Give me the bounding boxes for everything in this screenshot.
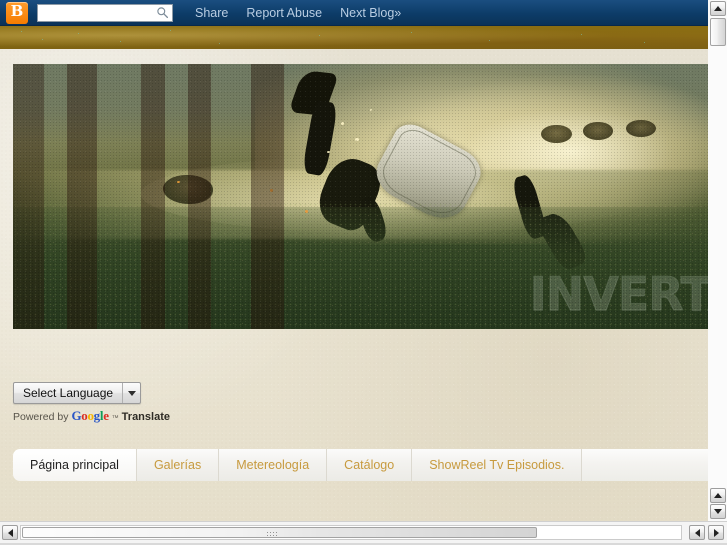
language-select-label: Select Language [23,386,114,400]
chevron-down-icon[interactable] [122,383,140,403]
search-input[interactable] [37,4,173,22]
triangle-up-icon [714,6,722,11]
tab-metereologia[interactable]: Metereología [219,449,328,481]
primary-nav-tabs: Página principal Galerías Metereología C… [13,449,708,481]
triangle-left-icon [7,528,13,537]
scrollbar-grip-icon [266,531,279,538]
banner-rock-right-2 [583,122,614,140]
horizontal-scrollbar-thumb[interactable] [22,527,537,538]
page-body: INVERTA Select Language Powered by Googl… [0,49,708,521]
google-translate-widget: Select Language Powered by Google ™ Trans… [13,382,170,424]
navbar-link-next-blog[interactable]: Next Blog» [340,0,401,25]
scroll-left-button[interactable] [2,525,18,540]
tab-showreel-tv-episodios[interactable]: ShowReel Tv Episodios. [412,449,583,481]
triangle-down-icon [714,509,722,514]
banner-watermark-text: INVERTA [529,267,708,322]
powered-by-google-translate: Powered by Google ™ Translate [13,408,170,424]
scroll-up-button[interactable] [710,1,726,16]
banner-rock-right-3 [626,119,657,138]
trademark-symbol: ™ [111,415,119,422]
horizontal-scrollbar-track[interactable] [20,525,682,540]
blogger-logo[interactable]: B [6,1,28,24]
header-banner-image[interactable]: INVERTA [13,64,708,329]
translate-label: Translate [121,411,170,423]
scroll-up-button-bottom[interactable] [710,488,726,503]
blogger-navbar: B Share Report Abuse Next Blog» [0,0,708,26]
tab-pagina-principal[interactable]: Página principal [13,449,137,481]
scroll-left-button-right[interactable] [689,525,705,540]
powered-by-label: Powered by [13,411,69,423]
header-gold-strip [0,26,708,49]
triangle-right-icon [713,528,719,537]
navbar-link-share[interactable]: Share [195,0,228,25]
navbar-search-wrapper [37,3,173,22]
blogger-logo-glyph: B [10,2,24,20]
tab-catalogo[interactable]: Catálogo [327,449,413,481]
google-logo-text: Google [71,408,109,423]
horizontal-scrollbar[interactable] [0,521,727,545]
language-select[interactable]: Select Language [13,382,142,404]
navbar-link-report-abuse[interactable]: Report Abuse [246,0,322,25]
triangle-left-icon [694,528,700,537]
page-content-pane: B Share Report Abuse Next Blog» INVERT S… [0,0,708,521]
scroll-down-button[interactable] [710,504,726,519]
scroll-right-button[interactable] [708,525,724,540]
vertical-scrollbar-thumb[interactable] [710,18,726,46]
vertical-scrollbar[interactable] [708,0,727,521]
triangle-up-icon [714,493,722,498]
browser-viewport: B Share Report Abuse Next Blog» INVERT S… [0,0,727,545]
tab-bar-filler [582,449,708,481]
tab-galerias[interactable]: Galerías [136,449,220,481]
